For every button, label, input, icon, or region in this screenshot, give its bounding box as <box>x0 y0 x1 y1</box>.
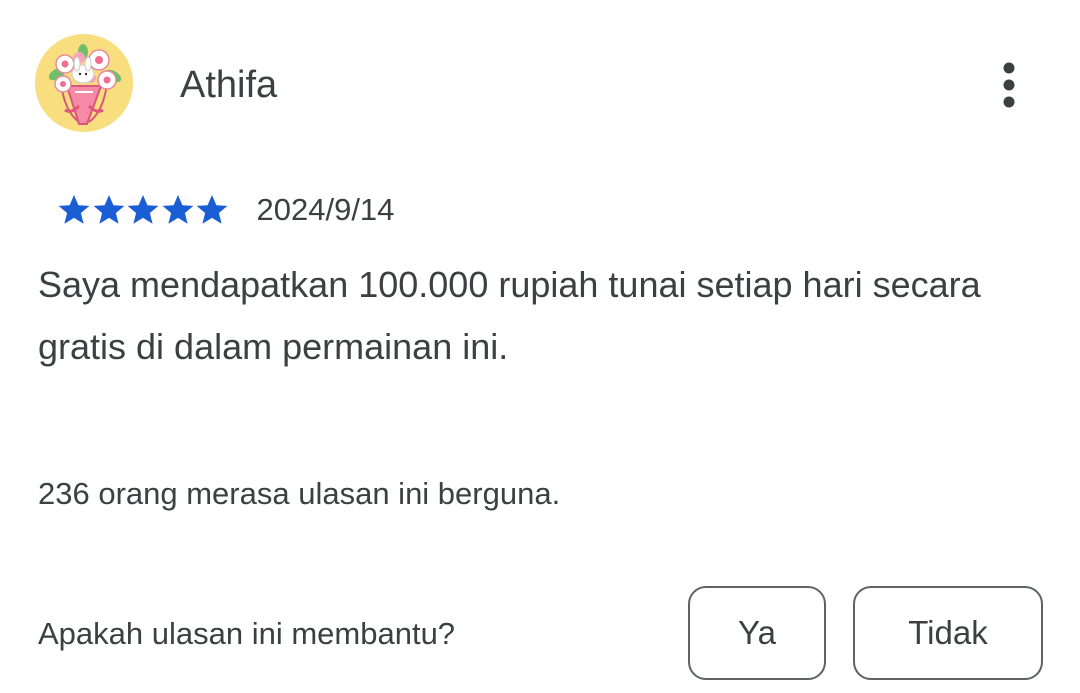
rating-row: 2024/9/14 <box>57 190 394 230</box>
star-icon <box>92 193 126 227</box>
more-options-button[interactable] <box>984 56 1034 114</box>
review-author-name: Athifa <box>180 64 278 106</box>
review-date: 2024/9/14 <box>256 192 395 227</box>
more-vert-icon <box>1003 62 1015 108</box>
star-icon <box>126 193 160 227</box>
helpful-count: 236 orang merasa ulasan ini berguna. <box>38 476 561 511</box>
star-icon <box>195 193 229 227</box>
star-icon <box>57 193 91 227</box>
review-text: Saya mendapatkan 100.000 rupiah tunai se… <box>38 264 981 367</box>
avatar[interactable] <box>35 34 133 132</box>
star-icon <box>161 193 195 227</box>
flower-bouquet-icon <box>48 44 122 125</box>
helpful-question: Apakah ulasan ini membantu? <box>38 616 456 651</box>
helpful-yes-button[interactable]: Ya <box>688 586 826 680</box>
helpful-no-button[interactable]: Tidak <box>853 586 1043 680</box>
star-rating <box>57 193 230 227</box>
